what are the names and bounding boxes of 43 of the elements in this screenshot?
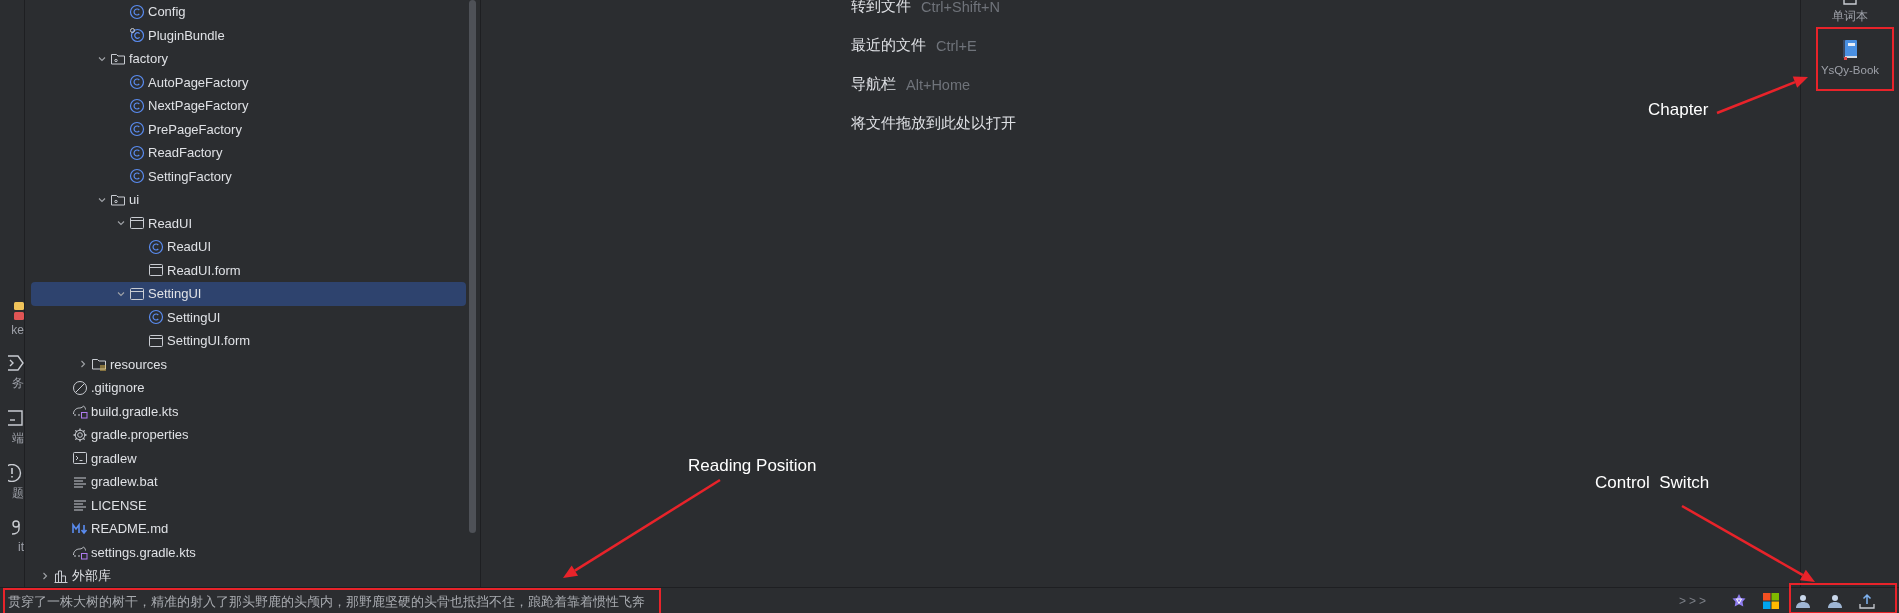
tree-item[interactable]: ReadUI (31, 235, 466, 259)
reading-text: 贯穿了一株大树的树干，精准的射入了那头野鹿的头颅内，那野鹿坚硬的头骨也抵挡不住，踉跄着靠着惯性飞奔 (8, 592, 645, 611)
more-link[interactable]: >>> (1678, 593, 1709, 608)
tree-item[interactable]: SettingUI.form (31, 329, 466, 353)
tree-item[interactable]: Config (31, 0, 466, 24)
tree-item[interactable]: ReadUI.form (31, 258, 466, 282)
tool-window-button[interactable]: 单词本 (1832, 0, 1868, 24)
tree-item[interactable]: SettingFactory (31, 164, 466, 188)
tree-item[interactable]: AutoPageFactory (31, 70, 466, 94)
tool-window-button[interactable]: 题 (8, 464, 24, 502)
tree-item[interactable]: gradlew.bat (31, 470, 466, 494)
tree-item[interactable]: 外部库 (31, 564, 466, 587)
tree-item[interactable]: SettingUI (31, 282, 466, 306)
hint-action: 将文件拖放到此处以打开 (851, 114, 1016, 133)
tool-window-button[interactable]: 端 (8, 409, 24, 447)
tree-item[interactable]: PluginBundle (31, 23, 466, 47)
tree-item[interactable]: ui (31, 188, 466, 212)
hint-shortcut: Ctrl+E (936, 37, 977, 54)
tool-window-button[interactable]: YsQy-Book (1820, 40, 1880, 76)
tool-window-button[interactable]: it (8, 519, 24, 554)
tree-item[interactable]: LICENSE (31, 493, 466, 517)
tree-item[interactable]: build.gradle.kts (31, 399, 466, 423)
tree-item[interactable]: NextPageFactory (31, 94, 466, 118)
tree-item[interactable]: SettingUI (31, 305, 466, 329)
annotation-label: Chapter (1648, 100, 1709, 120)
tree-item[interactable]: gradlew (31, 446, 466, 470)
tree-item[interactable]: factory (31, 47, 466, 71)
tree-item[interactable]: README.md (31, 517, 466, 541)
tool-window-button[interactable]: 务 (8, 354, 24, 392)
tree-item[interactable]: .gitignore (31, 376, 466, 400)
hint-shortcut: Alt+Home (906, 76, 971, 93)
tree-item[interactable]: ReadFactory (31, 141, 466, 165)
tree-item[interactable]: PrePageFactory (31, 117, 466, 141)
hint-shortcut: Ctrl+Shift+N (921, 0, 1000, 15)
tool-window-button[interactable]: ke (11, 302, 24, 337)
tree-item[interactable]: settings.gradle.kts (31, 540, 466, 564)
annotation-label: Control Switch (1595, 473, 1710, 493)
tree-item[interactable]: gradle.properties (31, 423, 466, 447)
tree-item[interactable]: resources (31, 352, 466, 376)
tree-item[interactable]: ReadUI (31, 211, 466, 235)
annotation-label: Reading Position (688, 456, 817, 476)
hint-action: 最近的文件 (851, 36, 926, 55)
hint-action: 导航栏 (851, 75, 896, 94)
